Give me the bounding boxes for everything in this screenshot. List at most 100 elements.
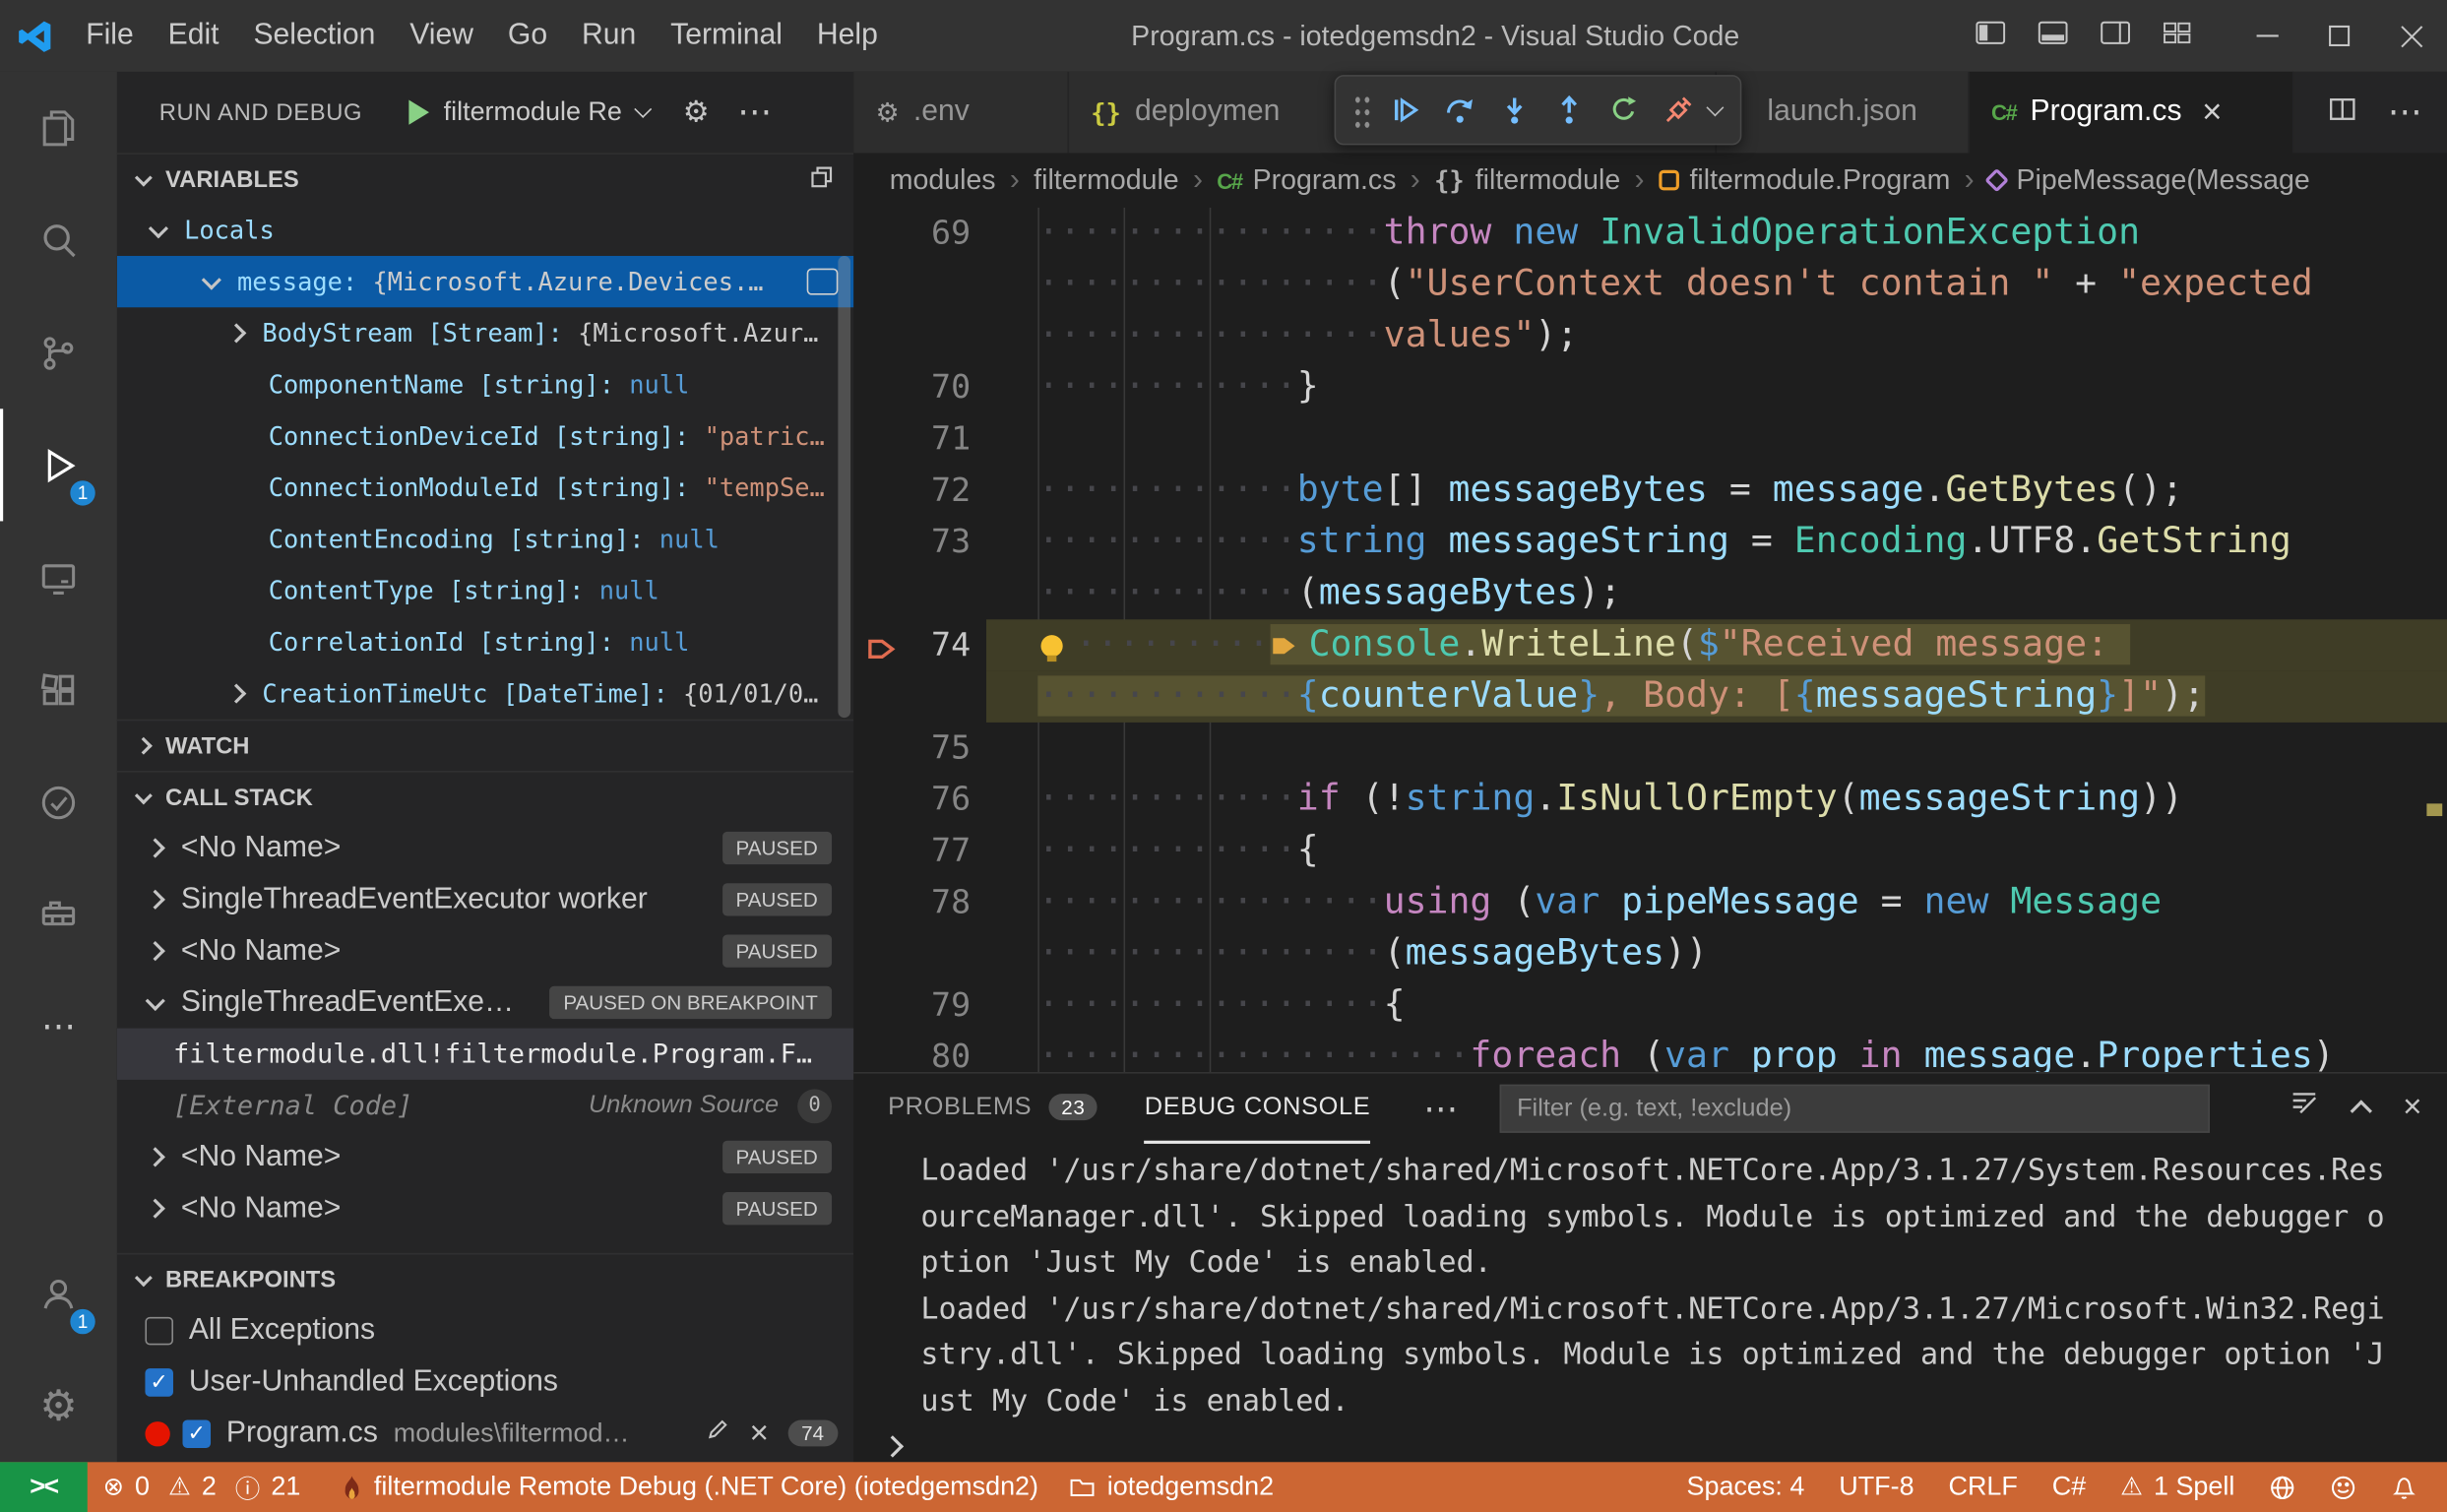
folder-status[interactable]: iotedgemsdn2: [1054, 1462, 1289, 1512]
filter-input[interactable]: [1500, 1085, 2210, 1133]
disconnect-button[interactable]: [1651, 79, 1705, 141]
panel-tab-problems[interactable]: PROBLEMS23: [888, 1074, 1098, 1144]
menu-help[interactable]: Help: [799, 0, 895, 72]
breadcrumb-item[interactable]: {}filtermodule: [1434, 163, 1620, 196]
menu-terminal[interactable]: Terminal: [654, 0, 800, 72]
debug-session-status[interactable]: filtermodule Remote Debug (.NET Core) (i…: [324, 1462, 1054, 1512]
menu-run[interactable]: Run: [565, 0, 654, 72]
step-into-button[interactable]: [1487, 79, 1541, 141]
code-line[interactable]: ················(messageBytes)): [853, 928, 2447, 979]
debug-console-output[interactable]: Loaded '/usr/share/dotnet/shared/Microso…: [853, 1144, 2447, 1462]
code-line[interactable]: 78················using (var pipeMessage…: [853, 877, 2447, 928]
spell-status[interactable]: ⚠1 Spell: [2103, 1462, 2252, 1512]
configure-gear-icon[interactable]: ⚙: [683, 94, 710, 130]
callstack-frame[interactable]: filtermodule.dll!filtermodule.Program.F…: [117, 1029, 853, 1080]
chevron-down-icon[interactable]: [146, 990, 165, 1010]
restart-button[interactable]: [1597, 79, 1651, 141]
step-out-button[interactable]: [1541, 79, 1596, 141]
panel-tab-debug-console[interactable]: DEBUG CONSOLE: [1145, 1074, 1371, 1144]
breadcrumb-item[interactable]: filtermodule.Program: [1659, 163, 1951, 196]
maximize-button[interactable]: [2303, 0, 2375, 72]
code-line[interactable]: 76············if (!string.IsNullOrEmpty(…: [853, 774, 2447, 825]
variable-row[interactable]: ConnectionDeviceId [string]: "patric…: [117, 410, 853, 462]
chevron-right-icon[interactable]: [146, 838, 165, 857]
tab-launch-json[interactable]: launch.json: [1717, 72, 1970, 153]
code-line[interactable]: ················values");: [853, 310, 2447, 361]
code-line[interactable]: ············(messageBytes);: [853, 568, 2447, 619]
accounts-icon[interactable]: 1: [0, 1237, 117, 1350]
chevron-right-icon[interactable]: [146, 1199, 165, 1219]
start-debug-icon[interactable]: [409, 99, 430, 124]
code-line[interactable]: 73············string messageString = Enc…: [853, 517, 2447, 568]
breakpoints-section-header[interactable]: BREAKPOINTS: [117, 1253, 853, 1304]
chevron-right-icon[interactable]: [226, 684, 246, 704]
menu-selection[interactable]: Selection: [236, 0, 393, 72]
problems-status[interactable]: ⊗0 ⚠2 ⓘ21: [88, 1462, 324, 1512]
close-panel-icon[interactable]: ×: [2403, 1090, 2421, 1122]
feedback-status[interactable]: [2313, 1462, 2374, 1512]
network-status[interactable]: [2252, 1462, 2313, 1512]
maximize-panel-icon[interactable]: [2350, 1100, 2371, 1121]
indentation-status[interactable]: Spaces: 4: [1669, 1462, 1822, 1512]
callstack-thread[interactable]: SingleThreadEventExe…PAUSED ON BREAKPOIN…: [117, 976, 853, 1028]
code-line[interactable]: 72············byte[] messageBytes = mess…: [853, 465, 2447, 516]
remove-breakpoint-icon[interactable]: ×: [749, 1417, 768, 1449]
variable-row[interactable]: CreationTimeUtc [DateTime]: {01/01/0…: [117, 667, 853, 719]
breakpoint-row[interactable]: ✓User-Unhandled Exceptions: [117, 1355, 853, 1407]
collapse-all-icon[interactable]: [808, 163, 835, 196]
code-line[interactable]: 75: [853, 723, 2447, 774]
toggle-sidebar-icon[interactable]: [1976, 20, 2005, 52]
explorer-icon[interactable]: [0, 72, 117, 184]
editor-more-actions-icon[interactable]: ⋯: [2388, 95, 2422, 130]
more-views-icon[interactable]: ⋯: [0, 971, 117, 1083]
tab--env[interactable]: ⚙.env: [853, 72, 1069, 153]
breakpoint-row[interactable]: ✓Program.csmodules\filtermod…×74: [117, 1408, 853, 1459]
variable-row[interactable]: ConnectionModuleId [string]: "tempSe…: [117, 462, 853, 513]
toolbar-more-chevron-icon[interactable]: [1706, 98, 1724, 116]
step-over-button[interactable]: [1432, 79, 1486, 141]
code-line[interactable]: 79················{: [853, 979, 2447, 1031]
variable-row[interactable]: CorrelationId [string]: null: [117, 616, 853, 667]
notifications-status[interactable]: [2373, 1462, 2434, 1512]
call-stack-section-header[interactable]: CALL STACK: [117, 771, 853, 822]
variables-section-header[interactable]: VARIABLES: [117, 153, 853, 204]
code-line[interactable]: 80····················foreach (var prop …: [853, 1032, 2447, 1072]
drag-handle-icon[interactable]: [1351, 90, 1372, 130]
chevron-right-icon[interactable]: [226, 323, 246, 343]
breadcrumb-item[interactable]: PipeMessage(Message: [1988, 163, 2310, 196]
source-control-icon[interactable]: [0, 296, 117, 409]
variable-row[interactable]: ComponentName [string]: null: [117, 359, 853, 410]
variable-row[interactable]: ContentType [string]: null: [117, 565, 853, 616]
toggle-secondary-sidebar-icon[interactable]: [2101, 20, 2130, 52]
code-line[interactable]: 74·········Console.WriteLine($"Received …: [853, 619, 2447, 670]
code-line[interactable]: 70············}: [853, 362, 2447, 413]
remote-explorer-icon[interactable]: [0, 521, 117, 633]
menu-file[interactable]: File: [69, 0, 151, 72]
callstack-thread[interactable]: <No Name>PAUSED: [117, 822, 853, 873]
menu-edit[interactable]: Edit: [151, 0, 236, 72]
settings-gear-icon[interactable]: ⚙: [0, 1350, 117, 1462]
variable-row[interactable]: BodyStream [Stream]: {Microsoft.Azur…: [117, 307, 853, 358]
binary-view-icon[interactable]: [807, 269, 839, 295]
tab-program-cs[interactable]: C#Program.cs×: [1970, 72, 2294, 153]
extensions-icon[interactable]: [0, 634, 117, 746]
remote-indicator[interactable]: ><: [0, 1462, 88, 1512]
menu-go[interactable]: Go: [490, 0, 564, 72]
run-and-debug-icon[interactable]: 1: [0, 409, 117, 521]
eol-status[interactable]: CRLF: [1931, 1462, 2035, 1512]
code-line[interactable]: 71: [853, 413, 2447, 465]
panel-more-icon[interactable]: ⋯: [1423, 1092, 1458, 1126]
views-more-icon[interactable]: ⋯: [737, 95, 772, 130]
chevron-right-icon[interactable]: [146, 890, 165, 910]
launch-config-dropdown[interactable]: filtermodule Re: [444, 96, 649, 128]
breakpoint-checkbox[interactable]: ✓: [182, 1419, 211, 1448]
menu-view[interactable]: View: [393, 0, 491, 72]
customize-layout-icon[interactable]: [2163, 20, 2191, 52]
code-line[interactable]: 77············{: [853, 826, 2447, 877]
variable-row[interactable]: Locals: [117, 205, 853, 256]
callstack-thread[interactable]: <No Name>PAUSED: [117, 1183, 853, 1234]
chevron-right-icon[interactable]: [146, 941, 165, 961]
watch-section-header[interactable]: WATCH: [117, 720, 853, 771]
continue-button[interactable]: [1378, 79, 1432, 141]
chevron-right-icon[interactable]: [146, 1147, 165, 1166]
